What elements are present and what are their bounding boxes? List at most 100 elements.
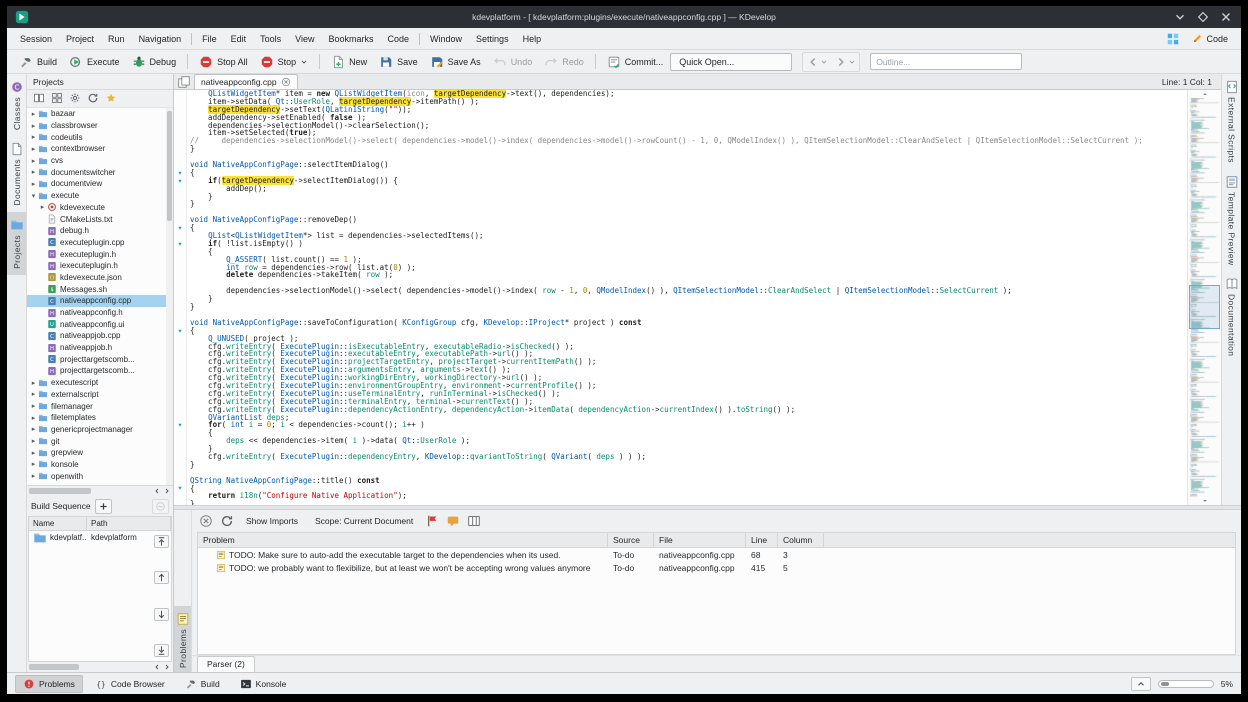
commit-button[interactable]: Commit... xyxy=(602,52,669,72)
minimize-icon[interactable] xyxy=(1173,10,1187,24)
tree-item-kdevexecute-json[interactable]: {} kdevexecute.json xyxy=(27,272,173,284)
minimap-scrollbar[interactable] xyxy=(1187,90,1221,505)
dock-tab-classes[interactable]: C Classes xyxy=(7,74,26,136)
statusbar-konsole-button[interactable]: Konsole xyxy=(232,675,295,693)
problems-column-line[interactable]: Line xyxy=(746,533,778,547)
scroll-left-icon[interactable] xyxy=(153,663,161,671)
scroll-right-icon[interactable] xyxy=(163,663,171,671)
tree-item-iexecuteplugin-h[interactable]: Hiexecuteplugin.h xyxy=(27,260,173,272)
problem-row[interactable]: TODO: we probably want to flexibilize, b… xyxy=(198,561,1235,574)
tree-item-filetemplates[interactable]: ▸ filetemplates xyxy=(27,412,173,424)
scope-dropdown[interactable]: Scope: Current Document xyxy=(310,514,418,528)
scroll-right-icon[interactable] xyxy=(163,487,171,495)
code-line[interactable]: dependencies->selectionModel()->clearSel… xyxy=(190,121,1187,130)
tree-item-nativeappjob-h[interactable]: Hnativeappjob.h xyxy=(27,342,173,354)
execute-button[interactable]: Execute xyxy=(64,52,125,72)
tree-expander-icon[interactable]: ▸ xyxy=(29,110,38,118)
code-line[interactable]: void NativeAppConfigPage::saveToConfigur… xyxy=(190,318,1187,327)
statusbar-code-browser-button[interactable]: {} Code Browser xyxy=(87,675,173,693)
problems-column-file[interactable]: File xyxy=(654,533,746,547)
dock-tab-projects[interactable]: Projects xyxy=(7,211,26,275)
code-line[interactable]: } xyxy=(190,460,1187,469)
problem-row[interactable]: TODO: Make sure to auto-add the executab… xyxy=(198,548,1235,561)
tree-expander-icon[interactable]: ▸ xyxy=(29,379,38,387)
quick-open-button[interactable]: Quick Open... xyxy=(670,52,793,71)
dock-tab-template-preview[interactable]: Template Preview xyxy=(1222,169,1241,271)
code-line[interactable]: // dependencies->selectionModel()->selec… xyxy=(190,137,1187,145)
close-icon[interactable] xyxy=(1219,10,1233,24)
redo-button[interactable]: Redo xyxy=(539,52,589,72)
tree-item-nativeappconfig-cpp[interactable]: Cnativeappconfig.cpp xyxy=(27,295,173,307)
fold-marker-icon[interactable]: ▾ xyxy=(174,240,186,248)
maximize-icon[interactable] xyxy=(1196,10,1210,24)
menu-window[interactable]: Window xyxy=(423,30,469,48)
problems-column-source[interactable]: Source xyxy=(608,533,654,547)
tree-expander-icon[interactable]: ▸ xyxy=(29,122,38,130)
tree-item-executeplugin-cpp[interactable]: Cexecuteplugin.cpp xyxy=(27,237,173,249)
minimap-view-rect[interactable] xyxy=(1189,285,1220,329)
tree-vertical-scrollbar[interactable] xyxy=(166,108,173,485)
code-line[interactable]: dependencies->selectionModel()->select( … xyxy=(190,287,1187,295)
menu-view[interactable]: View xyxy=(288,30,321,48)
build-sequence-column-path[interactable]: Path xyxy=(87,517,171,530)
tree-expander-icon[interactable]: ▸ xyxy=(29,145,38,153)
tree-expander-icon[interactable]: ▸ xyxy=(29,460,38,468)
menu-navigation[interactable]: Navigation xyxy=(132,30,189,48)
zoom-slider[interactable] xyxy=(1157,679,1214,688)
scroll-up-button[interactable] xyxy=(1188,90,1221,98)
tab-parser[interactable]: Parser (2) xyxy=(197,656,255,672)
problems-column-problem[interactable]: Problem xyxy=(198,533,608,547)
code-editor[interactable]: ▾ ▾ ▾ ▾ ▾ ▾ ▾ QListWidgetItem* item = new QLis… xyxy=(174,90,1221,505)
tree-expander-icon[interactable]: ▸ xyxy=(29,437,38,445)
add-to-build-sequence-button[interactable] xyxy=(94,498,112,514)
code-line[interactable]: delete dependencies->takeItem( row ); xyxy=(190,271,1187,279)
dock-tab-documents[interactable]: Documents xyxy=(7,136,26,212)
grouping-icon[interactable] xyxy=(467,514,481,528)
tree-item-contextbrowser[interactable]: ▸ contextbrowser xyxy=(27,143,173,155)
tree-item-cmakelists-txt[interactable]: CMakeLists.txt xyxy=(27,213,173,225)
tree-item-executeplugin-h[interactable]: Hexecuteplugin.h xyxy=(27,248,173,260)
fold-marker-icon[interactable]: ▾ xyxy=(174,177,186,185)
code-line[interactable]: } xyxy=(190,200,1187,208)
menu-session[interactable]: Session xyxy=(13,30,59,48)
close-panel-icon[interactable] xyxy=(199,514,213,528)
code-line[interactable]: } xyxy=(190,295,1187,303)
tree-expander-icon[interactable]: ▸ xyxy=(29,414,38,422)
forward-button[interactable] xyxy=(831,53,859,71)
tab-close-icon[interactable] xyxy=(281,77,291,87)
reload-icon[interactable] xyxy=(220,514,234,528)
statusbar-build-button[interactable]: Build xyxy=(177,675,228,693)
code-line[interactable]: deps << dependencies->item( i )->data( Q… xyxy=(190,437,1187,445)
tree-expander-icon[interactable]: ▸ xyxy=(29,449,38,457)
tree-expander-icon[interactable]: ▸ xyxy=(38,203,47,211)
fold-marker-icon[interactable]: ▾ xyxy=(174,421,186,429)
save-as-button[interactable]: Save As xyxy=(425,52,486,72)
statusbar-problems-button[interactable]: Problems xyxy=(15,674,83,693)
working-area-button[interactable]: Code xyxy=(1187,31,1233,46)
tree-expander-icon[interactable]: ▸ xyxy=(29,472,38,480)
new-button[interactable]: New xyxy=(326,52,372,72)
tree-item-executescript[interactable]: ▸ executescript xyxy=(27,377,173,389)
tree-item-execute[interactable]: ▾ execute xyxy=(27,190,173,202)
move-to-bottom-button[interactable] xyxy=(154,643,169,657)
tree-item-grepview[interactable]: ▸ grepview xyxy=(27,447,173,459)
dock-tab-problems[interactable]: Problems xyxy=(174,605,191,672)
editor-tab-nativeappconfig-cpp[interactable]: nativeappconfig.cpp xyxy=(194,74,298,89)
tree-item-documentview[interactable]: ▸ documentview xyxy=(27,178,173,190)
build-button[interactable]: Build xyxy=(14,52,62,72)
tree-expander-icon[interactable]: ▸ xyxy=(29,402,38,410)
code-line[interactable]: addDep(); xyxy=(190,184,1187,193)
back-button[interactable] xyxy=(803,53,831,71)
tree-expander-icon[interactable]: ▾ xyxy=(29,192,38,200)
build-sequence-row[interactable]: kdevplatf... kdevplatform xyxy=(29,531,171,544)
projects-tool-gear-button[interactable] xyxy=(67,91,82,105)
tree-item-classbrowser[interactable]: ▸ classbrowser xyxy=(27,120,173,132)
outline-input[interactable] xyxy=(870,53,1023,70)
code-line[interactable]: return i18n("Configure Native Applicatio… xyxy=(190,492,1187,500)
tree-expander-icon[interactable]: ▸ xyxy=(29,425,38,433)
code-line[interactable]: if(targetDependency->selectItemDialog())… xyxy=(190,175,1187,185)
scroll-down-button[interactable] xyxy=(1188,497,1221,505)
code-line[interactable]: } xyxy=(190,303,1187,311)
tree-item-projecttargetscomb[interactable]: Hprojecttargetscomb... xyxy=(27,365,173,377)
debug-button[interactable]: Debug xyxy=(127,52,182,72)
